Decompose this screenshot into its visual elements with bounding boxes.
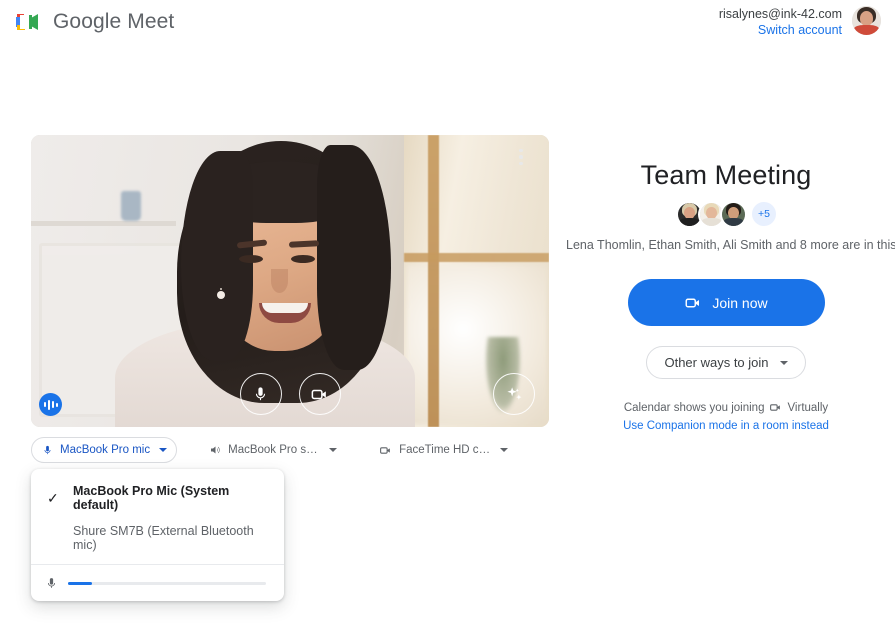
app-header: Google Meet risalynes@ink-42.com Switch … — [0, 0, 895, 48]
account-area: risalynes@ink-42.com Switch account — [719, 6, 881, 38]
page-title: Team Meeting — [640, 160, 812, 190]
microphone-options-list: ✓ MacBook Pro Mic (System default) Shure… — [31, 469, 284, 564]
other-ways-label: Other ways to join — [664, 355, 769, 370]
microphone-icon — [47, 577, 56, 588]
sparkles-effects-icon[interactable] — [493, 373, 535, 415]
video-camera-icon — [685, 298, 700, 307]
microphone-dropdown-menu[interactable]: ✓ MacBook Pro Mic (System default) Shure… — [31, 469, 284, 601]
level-fill — [68, 581, 92, 585]
menu-item-mic-shure[interactable]: Shure SM7B (External Bluetooth mic) — [31, 518, 284, 558]
calendar-status-suffix: Virtually — [787, 401, 829, 414]
video-camera-icon — [770, 404, 781, 411]
chevron-down-icon — [779, 360, 788, 365]
brand-label: Google Meet — [53, 10, 175, 33]
join-now-button[interactable]: Join now — [627, 279, 825, 326]
microphone-level-meter — [31, 564, 284, 601]
chevron-down-icon — [500, 448, 509, 452]
avatar-face — [852, 6, 881, 35]
device-chips: MacBook Pro mic MacBook Pro sp... FaceTi… — [31, 437, 518, 463]
calendar-status-prefix: Calendar shows you joining — [623, 401, 765, 414]
participant-avatars: +5 — [566, 200, 886, 228]
level-track — [68, 581, 266, 585]
overflow-participants-badge: +5 — [752, 202, 776, 226]
preview-controls — [31, 373, 549, 415]
switch-account-link[interactable]: Switch account — [719, 22, 842, 38]
chip-speaker[interactable]: MacBook Pro sp... — [198, 437, 347, 463]
companion-mode-link[interactable]: Use Companion mode in a room instead — [566, 420, 886, 432]
menu-item-mic-shure-label: Shure SM7B (External Bluetooth mic) — [73, 524, 254, 552]
more-options-icon[interactable] — [509, 145, 533, 169]
video-preview[interactable] — [31, 135, 549, 427]
microphone-icon — [44, 445, 51, 454]
other-ways-to-join-button[interactable]: Other ways to join — [646, 346, 806, 379]
video-camera-icon — [380, 446, 390, 454]
avatar[interactable] — [852, 6, 881, 35]
menu-item-mic-default-label: MacBook Pro Mic (System default) — [73, 484, 230, 512]
chip-camera-label: FaceTime HD ca... — [399, 444, 492, 456]
participants-summary: Lena Thomlin, Ethan Smith, Ali Smith and… — [566, 238, 895, 252]
chevron-down-icon — [159, 448, 168, 452]
join-panel: Team Meeting +5 Lena Thomlin, Ethan Smit… — [566, 160, 895, 432]
chevron-down-icon — [329, 448, 338, 452]
speaker-icon — [211, 446, 220, 454]
calendar-status: Calendar shows you joining Virtually — [566, 401, 886, 414]
brand: Google Meet — [14, 10, 174, 34]
chip-speaker-label: MacBook Pro sp... — [228, 444, 321, 456]
join-now-label: Join now — [712, 294, 768, 311]
chip-microphone[interactable]: MacBook Pro mic — [31, 437, 178, 463]
checkmark-icon: ✓ — [47, 490, 59, 506]
menu-item-mic-default[interactable]: ✓ MacBook Pro Mic (System default) — [31, 478, 284, 518]
chip-microphone-label: MacBook Pro mic — [60, 444, 151, 456]
account-text: risalynes@ink-42.com Switch account — [719, 6, 842, 38]
microphone-icon[interactable] — [239, 373, 282, 415]
avatar — [720, 200, 747, 228]
google-meet-logo-icon — [14, 10, 42, 34]
account-email: risalynes@ink-42.com — [718, 7, 842, 21]
video-camera-icon[interactable] — [298, 373, 341, 415]
chip-camera[interactable]: FaceTime HD ca... — [368, 437, 518, 463]
